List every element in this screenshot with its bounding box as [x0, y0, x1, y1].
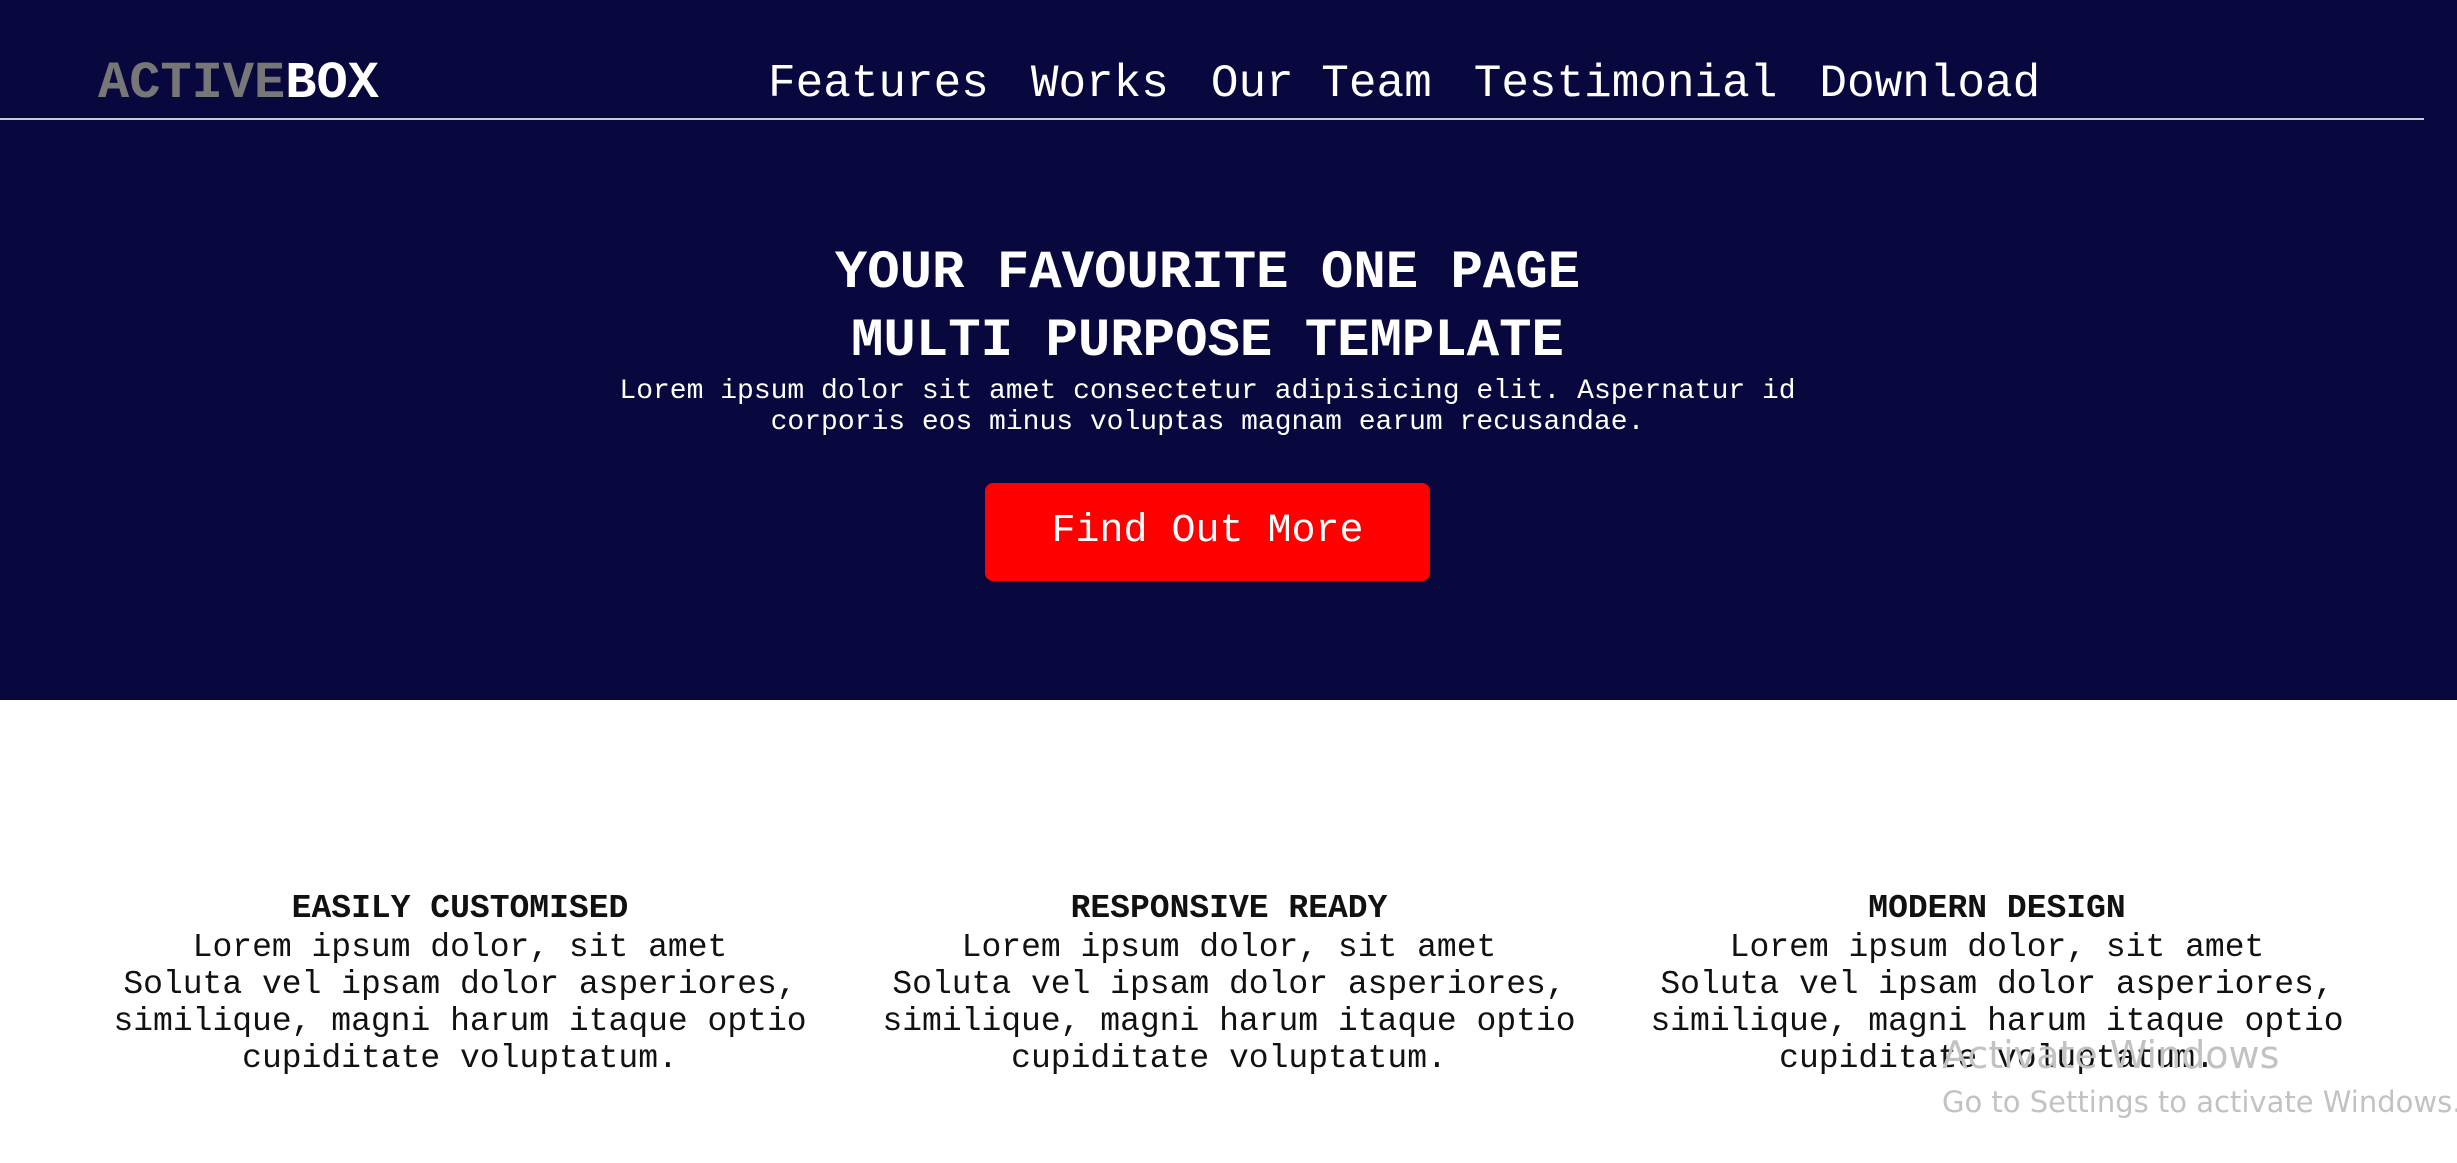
nav-link-works[interactable]: Works	[1031, 54, 1169, 114]
feature-text: Lorem ipsum dolor, sit amet Soluta vel i…	[90, 929, 830, 1077]
feature-title: MODERN DESIGN	[1868, 890, 2126, 927]
feature-text-line: Lorem ipsum dolor, sit amet	[961, 929, 1497, 966]
hero-title-line-1: YOUR FAVOURITE ONE PAGE	[834, 243, 1581, 304]
hero-title: YOUR FAVOURITE ONE PAGE MULTI PURPOSE TE…	[0, 240, 2415, 376]
feature-text-line: Soluta vel ipsam dolor asperiores,	[892, 966, 1566, 1003]
feature-title: EASILY CUSTOMISED	[291, 890, 629, 927]
nav-divider	[0, 118, 2424, 120]
find-out-more-button[interactable]: Find Out More	[985, 483, 1430, 581]
nav-link-download[interactable]: Download	[1819, 54, 2040, 114]
nav-link-features[interactable]: Features	[768, 54, 989, 114]
feature-responsive-ready: RESPONSIVE READY Lorem ipsum dolor, sit …	[859, 889, 1599, 1077]
watermark-title: Activate Windows	[1942, 1033, 2280, 1077]
logo[interactable]: ACTIVEBOX	[98, 52, 379, 116]
feature-text-line: cupiditate voluptatum.	[242, 1040, 678, 1077]
nav-link-our-team[interactable]: Our Team	[1211, 54, 1432, 114]
feature-text-line: Lorem ipsum dolor, sit amet	[192, 929, 728, 966]
activate-windows-watermark: Activate Windows Go to Settings to activ…	[1942, 1030, 2457, 1122]
hero-subtitle-line-2: corporis eos minus voluptas magnam earum…	[770, 407, 1645, 438]
feature-text-line: similique, magni harum itaque optio	[113, 1003, 807, 1040]
feature-easily-customised: EASILY CUSTOMISED Lorem ipsum dolor, sit…	[90, 889, 830, 1077]
logo-part-box: BOX	[285, 54, 379, 113]
hero-subtitle: Lorem ipsum dolor sit amet consectetur a…	[0, 376, 2415, 438]
feature-title: RESPONSIVE READY	[1070, 890, 1388, 927]
feature-text-line: similique, magni harum itaque optio	[882, 1003, 1576, 1040]
feature-text-line: cupiditate voluptatum.	[1011, 1040, 1447, 1077]
feature-text-line: Soluta vel ipsam dolor asperiores,	[1660, 966, 2334, 1003]
hero-section: ACTIVEBOX Features Works Our Team Testim…	[0, 0, 2457, 700]
watermark-subtitle: Go to Settings to activate Windows.	[1942, 1085, 2457, 1119]
logo-part-active: ACTIVE	[98, 54, 286, 113]
hero-title-line-2: MULTI PURPOSE TEMPLATE	[851, 311, 1564, 372]
main-nav: Features Works Our Team Testimonial Down…	[768, 54, 2040, 114]
feature-text: Lorem ipsum dolor, sit amet Soluta vel i…	[859, 929, 1599, 1077]
feature-text-line: Soluta vel ipsam dolor asperiores,	[123, 966, 797, 1003]
hero-subtitle-line-1: Lorem ipsum dolor sit amet consectetur a…	[619, 376, 1796, 407]
nav-link-testimonial[interactable]: Testimonial	[1474, 54, 1778, 114]
feature-text-line: Lorem ipsum dolor, sit amet	[1729, 929, 2265, 966]
